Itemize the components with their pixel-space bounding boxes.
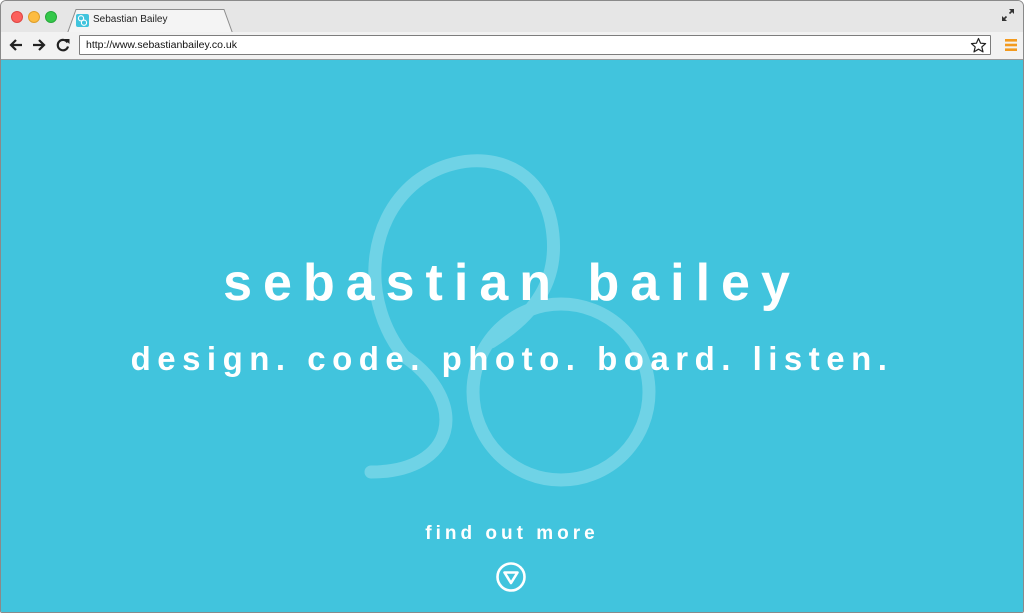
arrow-right-icon[interactable]	[31, 37, 47, 53]
page-viewport: sebastian bailey design. code. photo. bo…	[1, 60, 1023, 612]
sb-logo-icon	[76, 14, 89, 27]
close-window-button[interactable]	[11, 11, 23, 23]
star-icon[interactable]	[970, 37, 987, 54]
chevron-down-icon[interactable]	[495, 561, 527, 593]
minimize-window-button[interactable]	[28, 11, 40, 23]
page-title: sebastian bailey	[223, 254, 801, 312]
hamburger-menu-icon[interactable]	[1005, 38, 1017, 52]
reload-icon[interactable]	[55, 37, 71, 53]
browser-window: Sebastian Bailey http://www.sebastianbai…	[0, 0, 1024, 613]
find-out-more-link[interactable]: find out more	[1, 523, 1023, 545]
tab-title: Sebastian Bailey	[93, 14, 168, 25]
sb-logo-watermark	[364, 154, 656, 487]
title-bar: Sebastian Bailey	[1, 1, 1023, 33]
browser-tab[interactable]: Sebastian Bailey	[67, 9, 233, 33]
arrow-left-icon[interactable]	[8, 37, 24, 53]
browser-toolbar: http://www.sebastianbailey.co.uk	[1, 32, 1023, 60]
url-text[interactable]: http://www.sebastianbailey.co.uk	[86, 39, 237, 51]
expand-icon[interactable]	[1001, 8, 1015, 22]
address-bar[interactable]: http://www.sebastianbailey.co.uk	[79, 35, 991, 55]
page-tagline: design. code. photo. board. listen.	[130, 340, 894, 377]
maximize-window-button[interactable]	[45, 11, 57, 23]
